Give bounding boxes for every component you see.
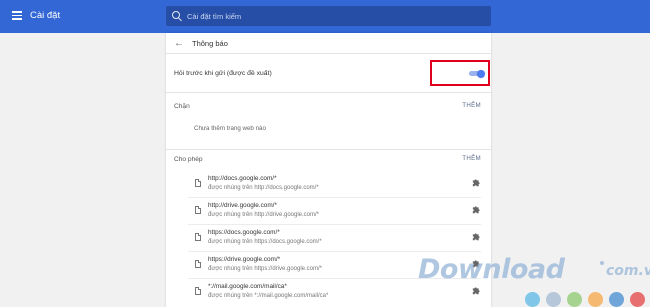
file-icon [195,287,201,295]
site-embedded-on: được nhúng trên https://drive.google.com… [208,266,323,272]
watermark-dot [600,261,604,265]
file-icon [195,179,201,187]
hamburger-menu-icon[interactable] [12,11,22,20]
block-section-label: Chặn [174,103,190,110]
site-url: *://mail.google.com/mail/ca* [208,283,287,290]
watermark-dot [546,292,561,307]
ask-before-sending-label: Hỏi trước khi gửi (được đề xuất) [174,70,272,77]
search-box[interactable] [166,6,491,26]
search-icon [172,11,180,19]
block-add-button[interactable]: THÊM [462,102,481,109]
page-title: Thông báo [192,39,228,48]
watermark-logo: Download [418,254,565,285]
top-bar: Cài đặt [0,0,650,33]
file-icon [195,260,201,268]
allowed-site-row[interactable]: https://docs.google.com/* được nhúng trên… [166,225,491,252]
site-embedded-on: được nhúng trên http://docs.google.com/* [208,185,319,191]
ask-before-sending-toggle[interactable] [469,69,485,78]
puzzle-extension-icon [472,179,480,187]
puzzle-extension-icon [472,287,480,295]
toggle-knob [477,69,485,78]
watermark-dot [588,292,603,307]
site-embedded-on: được nhúng trên https://docs.google.com/… [208,239,322,245]
watermark-dot [525,292,540,307]
site-url: http://docs.google.com/* [208,175,277,182]
site-embedded-on: được nhúng trên http://drive.google.com/… [208,212,320,218]
app-title: Cài đặt [30,10,61,21]
allow-add-button[interactable]: THÊM [462,155,481,162]
block-empty-text: Chưa thêm trang web nào [194,125,266,132]
allowed-site-row[interactable]: http://drive.google.com/* được nhúng trên… [166,198,491,225]
page-header: ← Thông báo [166,33,491,54]
file-icon [195,206,201,214]
arrow-back-icon[interactable]: ← [174,39,184,49]
puzzle-extension-icon [472,233,480,241]
file-icon [195,233,201,241]
ask-before-sending-row[interactable]: Hỏi trước khi gửi (được đề xuất) [166,54,491,93]
watermark-dot [630,292,645,307]
watermark-dots [525,292,650,307]
puzzle-extension-icon [472,206,480,214]
divider [166,149,491,150]
watermark-tld: com.vn [606,263,650,279]
site-url: https://drive.google.com/* [208,256,281,263]
site-embedded-on: được nhúng trên *://mail.google.com/mail… [208,293,329,299]
site-url: https://docs.google.com/* [208,229,280,236]
allowed-site-row[interactable]: http://docs.google.com/* được nhúng trên … [166,171,491,198]
watermark-dot [609,292,624,307]
search-input[interactable] [187,6,477,26]
allow-section-label: Cho phép [174,156,203,163]
site-url: http://drive.google.com/* [208,202,277,209]
watermark-dot [567,292,582,307]
